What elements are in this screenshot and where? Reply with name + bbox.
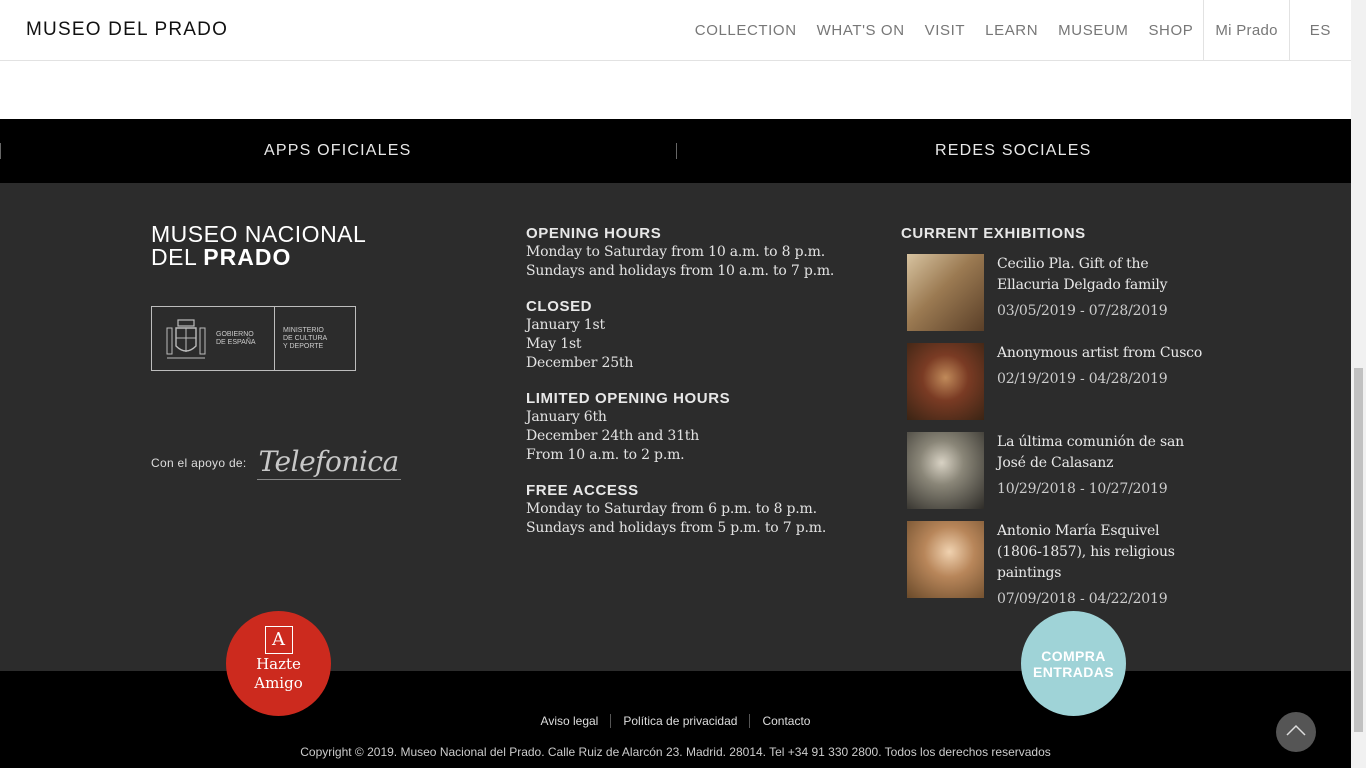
main-nav: COLLECTION WHAT'S ON VISIT LEARN MUSEUM … (685, 0, 1351, 60)
aviso-legal-link[interactable]: Aviso legal (529, 714, 611, 728)
nav-whats-on[interactable]: WHAT'S ON (807, 0, 915, 60)
exhibition-item[interactable]: La última comunión de san José de Calasa… (901, 432, 1221, 509)
sponsor: Con el apoyo de: Telefonica (151, 445, 401, 480)
ministerio-text: MINISTERIO DE CULTURA Y DEPORTE (283, 326, 328, 350)
buy-tickets-button[interactable]: COMPRA ENTRADAS (1021, 611, 1126, 716)
scrollbar-thumb[interactable] (1354, 368, 1363, 732)
exhibition-item[interactable]: Antonio María Esquivel (1806-1857), his … (901, 521, 1221, 607)
nav-visit[interactable]: VISIT (915, 0, 976, 60)
exhibition-title[interactable]: Anonymous artist from Cusco (997, 343, 1207, 364)
brand-prado: PRADO (203, 244, 292, 270)
divider (676, 143, 677, 159)
exhibition-thumbnail[interactable] (907, 343, 984, 420)
amigo-line2: Amigo (254, 674, 303, 692)
exhibition-thumbnail[interactable] (907, 432, 984, 509)
opening-hours: OPENING HOURS Monday to Saturday from 10… (526, 225, 856, 555)
amigo-icon: A (264, 626, 293, 654)
exhibition-dates: 07/09/2018 - 04/22/2019 (997, 591, 1168, 607)
sponsor-label: Con el apoyo de: (151, 455, 247, 470)
nav-learn[interactable]: LEARN (975, 0, 1048, 60)
nav-collection[interactable]: COLLECTION (685, 0, 807, 60)
hazte-amigo-button[interactable]: A Hazte Amigo (226, 611, 331, 716)
exhibition-item[interactable]: Anonymous artist from Cusco 02/19/2019 -… (901, 343, 1221, 420)
page-scrollbar[interactable] (1351, 0, 1366, 768)
current-exhibitions: CURRENT EXHIBITIONS Cecilio Pla. Gift of… (901, 225, 1221, 610)
closed-line: December 25th (526, 355, 634, 371)
amigo-line1: Hazte (256, 655, 301, 673)
compra-line2: ENTRADAS (1033, 664, 1114, 680)
compra-line1: COMPRA (1041, 648, 1106, 664)
limited-line: January 6th (526, 409, 607, 425)
site-header: MUSEO DEL PRADO COLLECTION WHAT'S ON VIS… (0, 0, 1351, 61)
exhibitions-title: CURRENT EXHIBITIONS (901, 225, 1086, 242)
privacy-link[interactable]: Política de privacidad (610, 714, 749, 728)
site-logo[interactable]: MUSEO DEL PRADO (26, 19, 228, 41)
museum-brand-logo[interactable]: MUSEO NACIONAL DEL PRADO (151, 223, 366, 269)
exhibition-dates: 03/05/2019 - 07/28/2019 (997, 303, 1168, 319)
exhibition-thumbnail[interactable] (907, 521, 984, 598)
limited-line: From 10 a.m. to 2 p.m. (526, 447, 685, 463)
exhibition-thumbnail[interactable] (907, 254, 984, 331)
footer-main: MUSEO NACIONAL DEL PRADO GOBIERNO DE ESP… (0, 183, 1351, 671)
copyright: Copyright © 2019. Museo Nacional del Pra… (300, 745, 1051, 759)
free-line: Monday to Saturday from 6 p.m. to 8 p.m. (526, 501, 817, 517)
contact-link[interactable]: Contacto (749, 714, 822, 728)
exhibition-title[interactable]: La última comunión de san José de Calasa… (997, 432, 1207, 474)
closed-line: May 1st (526, 336, 582, 352)
coat-of-arms-icon (162, 315, 210, 363)
footer-bottom: Aviso legal Política de privacidad Conta… (0, 671, 1351, 768)
apps-social-bar: APPS OFICIALES REDES SOCIALES (0, 119, 1351, 183)
exhibition-item[interactable]: Cecilio Pla. Gift of the Ellacuria Delga… (901, 254, 1221, 331)
limited-hours-title: LIMITED OPENING HOURS (526, 390, 731, 407)
opening-hours-title: OPENING HOURS (526, 225, 662, 242)
closed-title: CLOSED (526, 298, 593, 315)
redes-sociales-link[interactable]: REDES SOCIALES (676, 119, 1352, 183)
opening-line: Sundays and holidays from 10 a.m. to 7 p… (526, 263, 835, 279)
telefonica-logo[interactable]: Telefonica (256, 445, 401, 480)
apps-oficiales-link[interactable]: APPS OFICIALES (0, 119, 676, 183)
free-line: Sundays and holidays from 5 p.m. to 7 p.… (526, 520, 827, 536)
nav-shop[interactable]: SHOP (1138, 0, 1203, 60)
exhibition-dates: 02/19/2019 - 04/28/2019 (997, 371, 1168, 387)
exhibition-dates: 10/29/2018 - 10/27/2019 (997, 481, 1168, 497)
scroll-to-top-button[interactable] (1276, 712, 1316, 752)
closed-line: January 1st (526, 317, 605, 333)
exhibition-title[interactable]: Antonio María Esquivel (1806-1857), his … (997, 521, 1207, 584)
legal-links: Aviso legal Política de privacidad Conta… (0, 714, 1351, 728)
limited-line: December 24th and 31th (526, 428, 700, 444)
chevron-up-icon (1286, 724, 1306, 736)
brand-line2: DEL PRADO (151, 246, 366, 269)
brand-line1: MUSEO NACIONAL (151, 221, 367, 247)
government-logo[interactable]: GOBIERNO DE ESPAÑA MINISTERIO DE CULTURA… (151, 306, 356, 371)
nav-museum[interactable]: MUSEUM (1048, 0, 1138, 60)
divider (274, 306, 275, 371)
brand-del: DEL (151, 244, 197, 270)
language-switch[interactable]: ES (1288, 0, 1351, 60)
exhibition-title[interactable]: Cecilio Pla. Gift of the Ellacuria Delga… (997, 254, 1207, 296)
free-access-title: FREE ACCESS (526, 482, 639, 499)
gobierno-text: GOBIERNO DE ESPAÑA (216, 330, 256, 346)
nav-mi-prado[interactable]: Mi Prado (1203, 0, 1288, 60)
opening-line: Monday to Saturday from 10 a.m. to 8 p.m… (526, 244, 825, 260)
